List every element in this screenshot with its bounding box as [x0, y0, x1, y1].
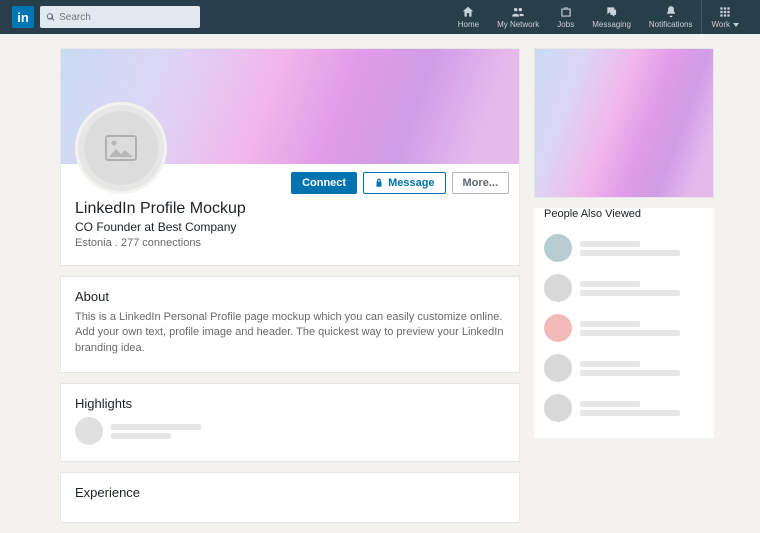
pav-avatar — [544, 274, 572, 302]
search-icon — [46, 12, 55, 22]
nav-work-label: Work — [711, 20, 739, 29]
about-title: About — [75, 289, 505, 304]
nav-items: Home My Network Jobs Messaging Notificat… — [449, 0, 748, 34]
cover-image — [61, 49, 519, 164]
pav-item[interactable] — [544, 348, 704, 388]
identity: LinkedIn Profile Mockup CO Founder at Be… — [61, 194, 519, 265]
pav-item[interactable] — [544, 268, 704, 308]
pav-avatar — [544, 394, 572, 422]
pav-placeholder-lines — [580, 398, 704, 419]
main-column: Connect Message More... LinkedIn Profile… — [60, 48, 520, 533]
pav-item[interactable] — [544, 388, 704, 428]
profile-headline: CO Founder at Best Company — [75, 220, 505, 234]
linkedin-logo[interactable]: in — [12, 6, 34, 28]
page-content: Connect Message More... LinkedIn Profile… — [0, 34, 760, 533]
jobs-icon — [559, 5, 573, 19]
pav-placeholder-lines — [580, 358, 704, 379]
network-icon — [511, 5, 525, 19]
profile-location-line: Estonia . 277 connections — [75, 237, 505, 249]
highlights-title: Highlights — [75, 396, 505, 411]
chevron-down-icon — [733, 23, 739, 27]
nav-messaging-label: Messaging — [592, 20, 631, 29]
nav-notifications[interactable]: Notifications — [640, 0, 702, 34]
connect-button[interactable]: Connect — [291, 172, 357, 194]
profile-card: Connect Message More... LinkedIn Profile… — [60, 48, 520, 266]
about-card: About This is a LinkedIn Personal Profil… — [60, 276, 520, 373]
grid-icon — [718, 5, 732, 19]
message-label: Message — [388, 177, 434, 189]
experience-card: Experience — [60, 472, 520, 523]
people-also-viewed: People Also Viewed — [534, 208, 714, 438]
nav-jobs-label: Jobs — [557, 20, 574, 29]
pav-placeholder-lines — [580, 318, 704, 339]
pav-item[interactable] — [544, 308, 704, 348]
pav-avatar — [544, 234, 572, 262]
message-button[interactable]: Message — [363, 172, 445, 194]
nav-notifications-label: Notifications — [649, 20, 693, 29]
top-nav: in Home My Network Jobs Messaging Notifi… — [0, 0, 760, 34]
nav-home[interactable]: Home — [449, 0, 488, 34]
pav-avatar — [544, 314, 572, 342]
highlight-item — [75, 417, 505, 445]
highlight-placeholder-lines — [111, 421, 201, 442]
nav-network-label: My Network — [497, 20, 539, 29]
nav-messaging[interactable]: Messaging — [583, 0, 640, 34]
profile-name: LinkedIn Profile Mockup — [75, 200, 505, 218]
experience-title: Experience — [75, 485, 505, 500]
pav-placeholder-lines — [580, 278, 704, 299]
nav-home-label: Home — [458, 20, 479, 29]
pav-item[interactable] — [544, 228, 704, 268]
about-text: This is a LinkedIn Personal Profile page… — [75, 310, 505, 356]
nav-work[interactable]: Work — [701, 0, 748, 34]
image-placeholder-icon — [105, 135, 137, 161]
nav-jobs[interactable]: Jobs — [548, 0, 583, 34]
more-button[interactable]: More... — [452, 172, 509, 194]
nav-network[interactable]: My Network — [488, 0, 548, 34]
search-box[interactable] — [40, 6, 200, 28]
side-column: People Also Viewed — [534, 48, 714, 533]
search-input[interactable] — [59, 12, 194, 23]
avatar[interactable] — [75, 102, 167, 194]
highlight-avatar — [75, 417, 103, 445]
pav-avatar — [544, 354, 572, 382]
avatar-placeholder — [84, 111, 158, 185]
side-cover — [534, 48, 714, 198]
pav-title: People Also Viewed — [544, 208, 704, 220]
home-icon — [461, 5, 475, 19]
messaging-icon — [605, 5, 619, 19]
pav-placeholder-lines — [580, 238, 704, 259]
lock-icon — [374, 178, 384, 188]
bell-icon — [664, 5, 678, 19]
highlights-card: Highlights — [60, 383, 520, 462]
